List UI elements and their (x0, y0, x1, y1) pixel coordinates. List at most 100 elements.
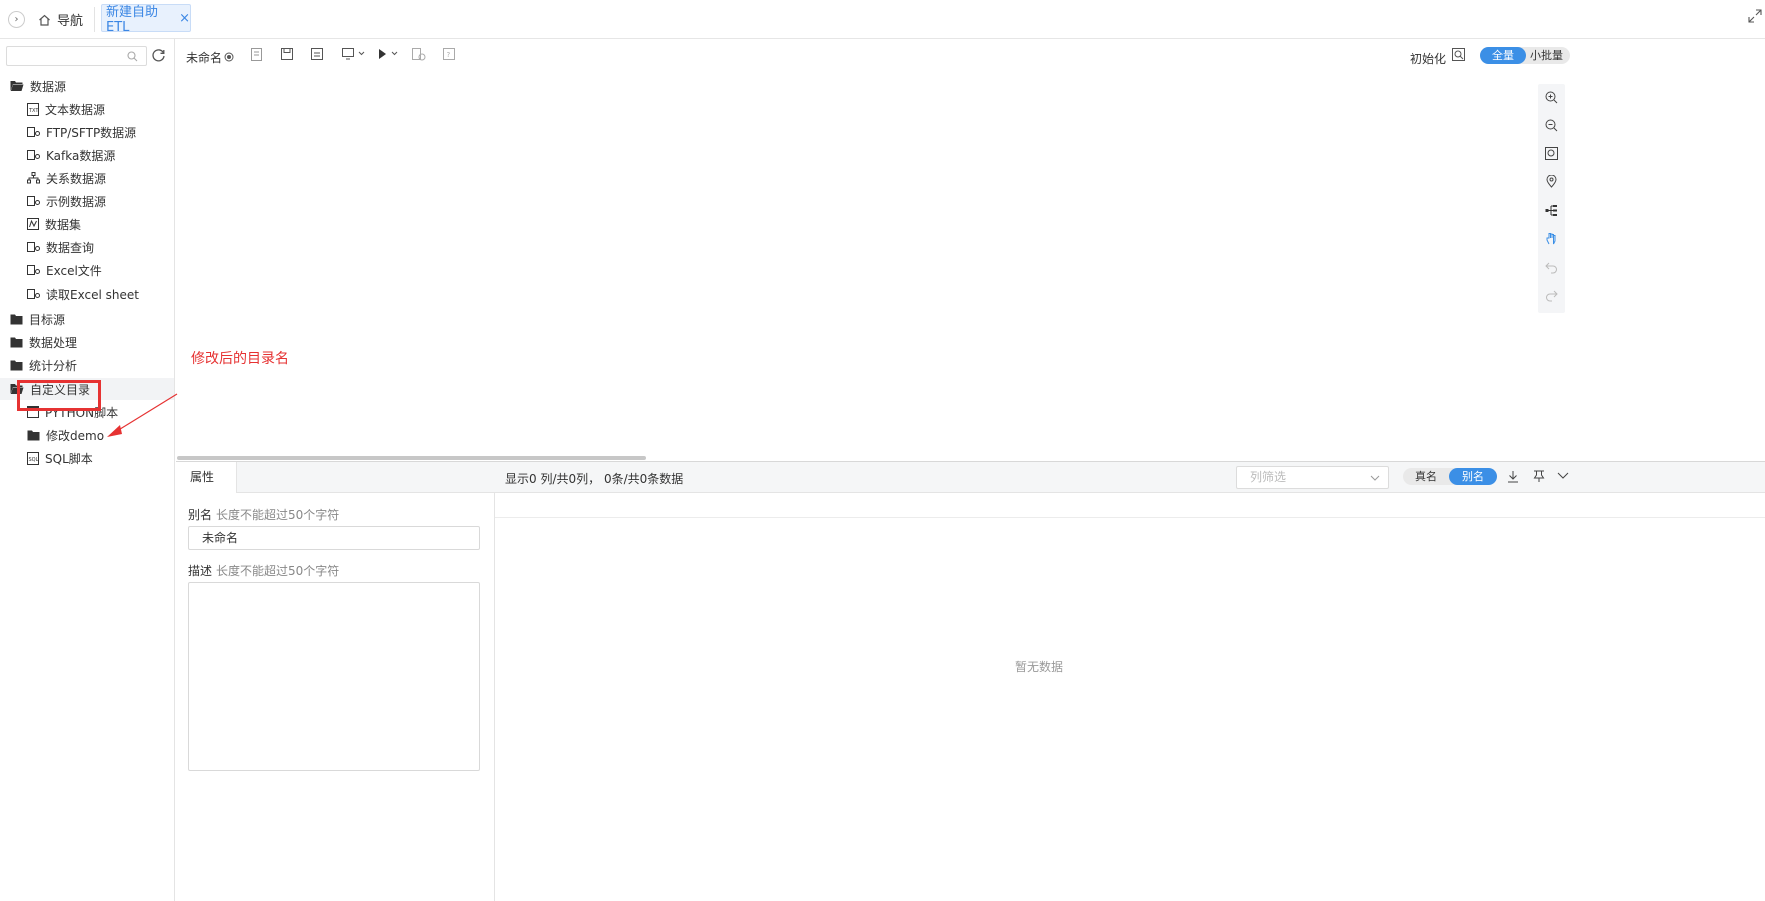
inspect-icon[interactable] (1452, 48, 1466, 62)
folder-datasource[interactable]: 数据源 (10, 76, 66, 96)
zoom-in-icon[interactable] (1545, 91, 1558, 104)
save-icon[interactable] (281, 48, 293, 60)
tree-item-sample-datasource[interactable]: 示例数据源 (27, 191, 106, 211)
data-table-header (495, 494, 1765, 518)
component-sidebar: 数据源 TXT 文本数据源 FTP/SFTP数据源 Kafka数据源 关系数据源… (0, 39, 175, 901)
initialize-button[interactable]: 初始化 (1410, 50, 1446, 67)
preview-dropdown-icon[interactable] (342, 48, 366, 60)
fullscreen-icon[interactable] (1748, 9, 1762, 23)
tab-label: 新建自助ETL (106, 5, 159, 35)
tree-item-kafka-datasource[interactable]: Kafka数据源 (27, 145, 115, 165)
fit-view-icon[interactable] (1545, 147, 1558, 160)
db-link-icon (27, 264, 40, 275)
run-mode-toggle[interactable]: 全量 小批量 (1480, 47, 1570, 64)
save-as-icon[interactable] (311, 48, 323, 60)
data-preview-header: 显示0 列/共0列， 0条/共0条数据 列筛选 真名 别名 (495, 462, 1765, 493)
tree-item-sql-script[interactable]: SQL SQL脚本 (27, 448, 93, 468)
alias-option[interactable]: 别名 (1449, 468, 1497, 485)
svg-text:SQL: SQL (29, 457, 39, 463)
alias-field-label: 别名 长度不能超过50个字符 (188, 506, 339, 523)
folder-icon (27, 430, 40, 440)
annotation-arrow (107, 393, 178, 437)
alias-input[interactable]: 未命名 (188, 526, 480, 550)
folder-open-icon (10, 81, 24, 91)
tree-item-label: FTP/SFTP数据源 (46, 125, 137, 140)
etl-canvas[interactable] (176, 73, 1536, 458)
tab-close-icon[interactable]: × (179, 11, 190, 26)
run-dropdown-icon[interactable] (378, 48, 400, 60)
radio-dot-icon[interactable] (224, 52, 234, 62)
db-link-icon (27, 149, 40, 160)
relation-icon (27, 172, 40, 184)
folder-label: 数据源 (30, 79, 67, 94)
tree-item-label: 数据集 (45, 217, 82, 232)
schedule-icon[interactable] (412, 48, 426, 61)
annotation-highlight-box (17, 380, 101, 411)
properties-tabbar: 属性 (176, 462, 495, 493)
data-preview-panel: 显示0 列/共0列， 0条/共0条数据 列筛选 真名 别名 暂无数据 (495, 462, 1765, 901)
folder-statistics[interactable]: 统计分析 (10, 355, 77, 375)
layout-tree-icon[interactable] (1545, 204, 1558, 217)
help-doc-icon[interactable]: ? (443, 48, 455, 60)
edit-doc-icon[interactable] (251, 48, 263, 61)
refresh-icon[interactable] (151, 48, 166, 63)
tree-item-data-query[interactable]: 数据查询 (27, 237, 94, 257)
properties-panel: 属性 别名 长度不能超过50个字符 未命名 描述 长度不能超过50个字符 (176, 462, 495, 901)
folder-label: 目标源 (29, 312, 66, 327)
data-summary-text: 显示0 列/共0列， 0条/共0条数据 (505, 472, 684, 486)
txt-file-icon: TXT (27, 102, 39, 116)
tree-item-excel-file[interactable]: Excel文件 (27, 260, 102, 280)
pan-hand-icon[interactable] (1545, 232, 1558, 245)
tree-item-label: 数据查询 (46, 240, 95, 255)
collapse-sidebar-button[interactable]: › (8, 11, 25, 28)
canvas-horizontal-scrollbar[interactable] (177, 456, 646, 460)
nav-label: 导航 (57, 14, 84, 29)
tab-divider (94, 7, 95, 32)
locate-icon[interactable] (1545, 175, 1558, 188)
svg-text:?: ? (447, 51, 451, 59)
folder-label: 数据处理 (29, 335, 78, 350)
column-filter-select[interactable]: 列筛选 (1236, 466, 1389, 489)
description-textarea[interactable] (188, 582, 480, 771)
mode-batch-option[interactable]: 小批量 (1530, 47, 1570, 64)
tree-item-dataset[interactable]: 数据集 (27, 214, 81, 234)
folder-data-processing[interactable]: 数据处理 (10, 332, 77, 352)
real-name-option[interactable]: 真名 (1403, 468, 1449, 485)
folder-icon (10, 314, 23, 324)
collapse-panel-icon[interactable] (1557, 472, 1569, 480)
tree-item-relational-datasource[interactable]: 关系数据源 (27, 168, 106, 188)
mode-full-option[interactable]: 全量 (1480, 47, 1526, 64)
db-link-icon (27, 241, 40, 252)
tree-item-text-datasource[interactable]: TXT 文本数据源 (27, 99, 105, 119)
pin-icon[interactable] (1533, 470, 1545, 483)
canvas-tool-strip (1538, 84, 1565, 313)
redo-icon[interactable] (1545, 289, 1558, 302)
search-icon (127, 51, 138, 62)
tree-item-label: 文本数据源 (45, 102, 106, 117)
tree-item-label: 修改demo (46, 428, 105, 443)
zoom-out-icon[interactable] (1545, 119, 1558, 132)
download-icon[interactable] (1507, 470, 1519, 483)
nav-home-tab[interactable]: 导航 (38, 4, 83, 35)
tree-item-renamed-folder[interactable]: 修改demo (27, 425, 104, 445)
home-icon (39, 14, 50, 26)
undo-icon[interactable] (1545, 261, 1558, 274)
chevron-down-icon (1370, 475, 1380, 481)
tree-item-label: SQL脚本 (45, 451, 93, 466)
tab-properties[interactable]: 属性 (176, 462, 237, 493)
top-bar: › 导航 新建自助ETL × (0, 0, 1765, 39)
description-hint: 长度不能超过50个字符 (216, 564, 340, 578)
tree-item-ftp-datasource[interactable]: FTP/SFTP数据源 (27, 122, 136, 142)
tree-item-label: Excel文件 (46, 263, 102, 278)
folder-target[interactable]: 目标源 (10, 309, 65, 329)
column-filter-placeholder: 列筛选 (1250, 470, 1287, 484)
alias-label: 别名 (188, 508, 213, 522)
name-mode-toggle[interactable]: 真名 别名 (1403, 468, 1497, 485)
empty-state-text: 暂无数据 (1015, 660, 1064, 674)
editor-toolbar: 未命名 ? 初始化 全量 小批量 (176, 39, 1765, 73)
folder-label: 统计分析 (29, 358, 78, 373)
document-name[interactable]: 未命名 (186, 49, 222, 66)
tab-new-etl[interactable]: 新建自助ETL × (101, 4, 191, 35)
tree-item-excel-sheet[interactable]: 读取Excel sheet (27, 284, 139, 304)
sidebar-search-input[interactable] (6, 46, 147, 66)
